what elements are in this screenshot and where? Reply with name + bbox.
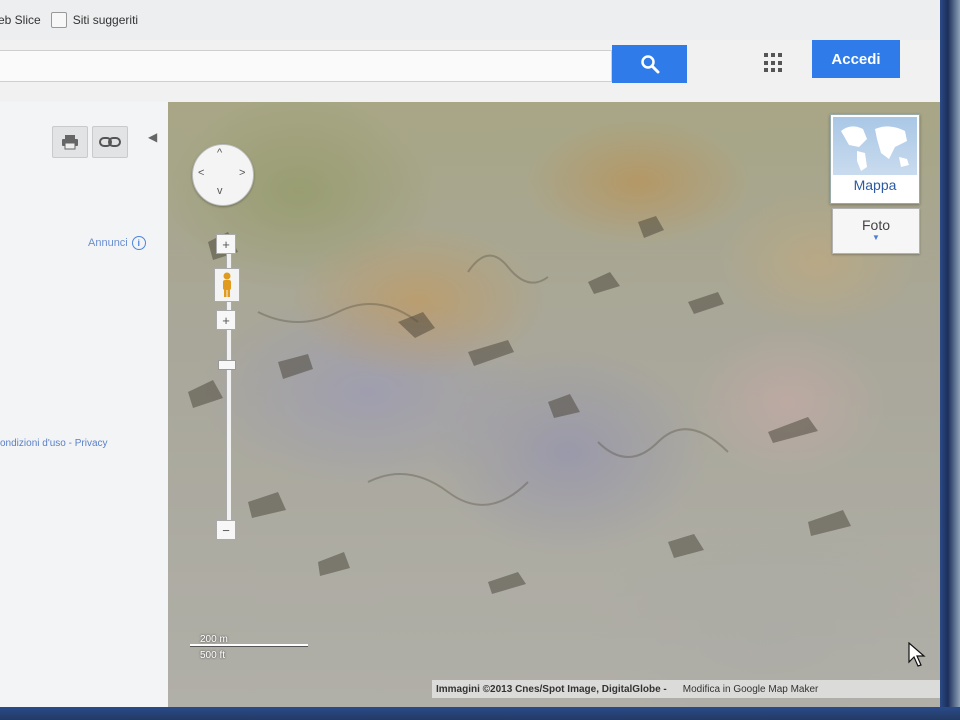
print-button[interactable] <box>52 126 88 158</box>
ads-text: Annunci <box>88 237 128 249</box>
info-icon[interactable]: i <box>131 236 146 250</box>
zoom-out-button[interactable]: − <box>216 520 236 540</box>
map-thumbnail <box>833 117 917 175</box>
monitor-bezel-bottom <box>0 707 960 720</box>
zoom-in-button[interactable]: + <box>216 234 236 254</box>
terrain-texture <box>188 216 851 594</box>
map-type-button[interactable]: Mappa <box>830 114 920 204</box>
monitor-bezel-right <box>940 0 960 720</box>
imagery-credit: Immagini ©2013 Cnes/Spot Image, DigitalG… <box>436 683 667 695</box>
zoom-step-button[interactable]: + <box>216 310 236 330</box>
link-button[interactable] <box>92 126 128 158</box>
search-input[interactable] <box>0 50 612 82</box>
bookmark-icon <box>50 12 67 28</box>
pegman-icon <box>223 272 231 297</box>
pan-up-icon[interactable]: ^ <box>217 147 222 159</box>
bookmark-web-slice[interactable]: eb Slice <box>0 13 41 27</box>
login-button[interactable]: Accedi <box>812 40 900 78</box>
zoom-slider-handle[interactable] <box>218 360 236 370</box>
search-icon <box>640 55 659 74</box>
pan-right-icon[interactable]: > <box>239 167 245 179</box>
link-icon <box>99 137 121 147</box>
world-map-icon <box>841 126 909 171</box>
mouse-cursor-icon <box>908 642 926 667</box>
bookmark-label: eb Slice <box>0 13 41 27</box>
scale-metric-label: 200 m <box>200 634 228 645</box>
ads-label: Annunci i <box>88 236 146 250</box>
satellite-map[interactable]: ^ < > v + + − Mappa Foto ▼ 200 m 500 ft … <box>168 102 940 707</box>
search-button[interactable] <box>612 45 687 83</box>
pan-left-icon[interactable]: < <box>198 167 204 179</box>
pan-down-icon[interactable]: v <box>217 185 223 197</box>
map-attribution: Immagini ©2013 Cnes/Spot Image, DigitalG… <box>432 680 940 698</box>
chevron-down-icon: ▼ <box>872 233 880 242</box>
apps-grid-icon[interactable] <box>764 53 784 73</box>
edit-in-map-maker-link[interactable]: Modifica in Google Map Maker <box>683 684 819 695</box>
street-view-pegman-icon[interactable] <box>214 268 240 302</box>
browser-window: eb Slice Siti suggeriti Accedi ◀ Annunci… <box>0 0 940 707</box>
scale-imperial-label: 500 ft <box>200 650 226 661</box>
collapse-panel-icon[interactable]: ◀ <box>148 130 157 144</box>
photo-dropdown[interactable]: Foto ▼ <box>832 208 920 254</box>
bookmark-suggested-sites[interactable]: Siti suggeriti <box>50 12 139 28</box>
map-scale: 200 m 500 ft <box>190 634 310 666</box>
left-panel: ◀ Annunci i ondizioni d'uso - Privacy <box>0 102 169 707</box>
maps-header: Accedi <box>0 40 940 103</box>
photo-label: Foto <box>861 217 890 233</box>
map-type-label: Mappa <box>853 177 897 193</box>
bookmarks-bar: eb Slice Siti suggeriti <box>0 0 940 41</box>
bookmark-label: Siti suggeriti <box>72 13 139 27</box>
terms-privacy-links[interactable]: ondizioni d'uso - Privacy <box>0 438 108 449</box>
pan-control[interactable]: ^ < > v <box>192 144 254 206</box>
print-icon <box>62 135 78 150</box>
